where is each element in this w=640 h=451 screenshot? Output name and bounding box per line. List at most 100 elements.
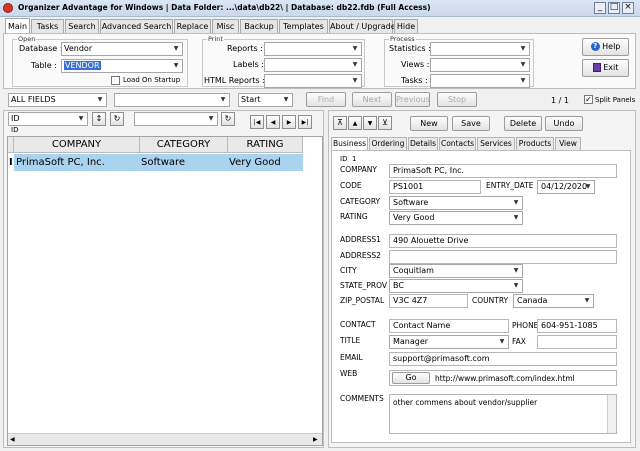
code-field[interactable]: PS1001 bbox=[389, 180, 481, 194]
search-text-input[interactable]: ▼ bbox=[114, 93, 230, 107]
chevron-down-icon: ▼ bbox=[584, 297, 590, 304]
next-record-button[interactable]: ▶ bbox=[282, 115, 296, 129]
minimize-button[interactable]: _ bbox=[594, 2, 606, 14]
column-header-rating[interactable]: RATING bbox=[228, 137, 303, 153]
load-on-startup-checkbox[interactable] bbox=[111, 76, 120, 85]
prev-record-button[interactable]: ◀ bbox=[266, 115, 280, 129]
address1-label: ADDRESS1 bbox=[340, 235, 381, 244]
save-button[interactable]: Save bbox=[452, 116, 490, 131]
prev-icon: ◀ bbox=[270, 119, 276, 126]
tab-backup[interactable]: Backup bbox=[240, 19, 278, 33]
web-url[interactable]: http://www.primasoft.com/index.html bbox=[435, 374, 575, 383]
tab-misc[interactable]: Misc bbox=[212, 19, 239, 33]
database-label: Database : bbox=[19, 44, 63, 53]
reports-select[interactable]: ▼ bbox=[264, 42, 362, 56]
search-field-select[interactable]: ALL FIELDS ▼ bbox=[8, 93, 107, 107]
exit-button[interactable]: Exit bbox=[582, 59, 629, 77]
address1-field[interactable]: 490 Alouette Drive bbox=[389, 234, 617, 248]
refresh-filter-button[interactable]: ↻ bbox=[221, 112, 235, 126]
tab-main[interactable]: Main bbox=[5, 18, 30, 33]
address2-field[interactable] bbox=[389, 250, 617, 264]
undo-button[interactable]: Undo bbox=[545, 116, 583, 131]
split-panels-checkbox[interactable]: ✓ bbox=[584, 95, 593, 104]
tab-tasks[interactable]: Tasks bbox=[31, 19, 64, 33]
column-header-company[interactable]: COMPANY bbox=[14, 137, 140, 153]
city-field[interactable]: Coquitlam ▼ bbox=[389, 264, 523, 278]
close-button[interactable]: × bbox=[622, 2, 634, 14]
sort-field-select[interactable]: ID ▼ bbox=[8, 112, 88, 126]
tab-services[interactable]: Services bbox=[477, 137, 515, 150]
tab-products[interactable]: Products bbox=[516, 137, 554, 150]
refresh-sort-button[interactable]: ↻ bbox=[110, 112, 124, 126]
labels-select[interactable]: ▼ bbox=[264, 58, 362, 72]
html-reports-label: HTML Reports : bbox=[204, 76, 265, 85]
print-group-label: Print bbox=[207, 35, 224, 43]
email-field[interactable]: support@primasoft.com bbox=[389, 352, 617, 366]
maximize-button[interactable]: □ bbox=[608, 2, 620, 14]
comments-scrollbar[interactable] bbox=[607, 395, 616, 433]
refresh-icon: ↻ bbox=[224, 114, 232, 123]
tab-details[interactable]: Details bbox=[408, 137, 438, 150]
tab-hide[interactable]: Hide bbox=[394, 19, 418, 33]
first-record-button[interactable]: |◀ bbox=[250, 115, 264, 129]
state-prov-field[interactable]: BC ▼ bbox=[389, 279, 523, 293]
tab-business[interactable]: Business bbox=[331, 137, 368, 151]
chevron-down-icon: ▼ bbox=[585, 183, 591, 190]
last-detail-button[interactable]: ⊻ bbox=[378, 116, 392, 130]
entry-date-label: ENTRY_DATE bbox=[486, 181, 534, 190]
entry-date-field[interactable]: 04/12/2020 ▼ bbox=[537, 180, 595, 194]
delete-button[interactable]: Delete bbox=[504, 116, 542, 131]
app-icon bbox=[3, 3, 13, 13]
tab-contacts[interactable]: Contacts bbox=[439, 137, 476, 150]
previous-button[interactable]: Previous bbox=[395, 92, 430, 107]
up-detail-button[interactable]: ▲ bbox=[348, 116, 362, 130]
sort-field-value: ID bbox=[11, 114, 20, 123]
last-record-button[interactable]: ▶| bbox=[298, 115, 312, 129]
fax-field[interactable] bbox=[537, 335, 617, 349]
zip-postal-field[interactable]: V3C 4Z7 bbox=[389, 294, 468, 308]
tab-replace[interactable]: Replace bbox=[174, 19, 211, 33]
new-button[interactable]: New bbox=[410, 116, 448, 131]
rating-field[interactable]: Very Good ▼ bbox=[389, 211, 523, 225]
find-button[interactable]: Find bbox=[306, 92, 346, 107]
help-button[interactable]: ? Help bbox=[582, 38, 629, 56]
tab-about-upgrade[interactable]: About / Upgrade bbox=[329, 19, 396, 33]
company-field[interactable]: PrimaSoft PC, Inc. bbox=[389, 164, 617, 178]
sort-order-button[interactable]: ↕ bbox=[92, 112, 106, 126]
chevron-down-icon: ▼ bbox=[173, 45, 179, 52]
tab-advanced-search[interactable]: Advanced Search bbox=[100, 19, 173, 33]
phone-field[interactable]: 604-951-1085 bbox=[537, 319, 617, 333]
grid-horizontal-scrollbar[interactable]: ◀ ▶ bbox=[8, 433, 322, 445]
row-marker: I bbox=[9, 157, 13, 168]
category-value: Software bbox=[393, 198, 429, 207]
column-header-category[interactable]: CATEGORY bbox=[140, 137, 228, 153]
last-icon: ▶| bbox=[301, 119, 309, 126]
table-select[interactable]: VENDOR ▼ bbox=[61, 59, 183, 73]
comments-field[interactable]: other commens about vendor/supplier bbox=[389, 394, 617, 434]
tasks-select[interactable]: ▼ bbox=[430, 74, 530, 88]
entry-date-value: 04/12/2020 bbox=[541, 182, 588, 191]
views-select[interactable]: ▼ bbox=[430, 58, 530, 72]
statistics-select[interactable]: ▼ bbox=[430, 42, 530, 56]
chevron-down-icon: ▼ bbox=[513, 282, 519, 289]
search-mode-select[interactable]: Start ▼ bbox=[238, 93, 293, 107]
category-label: CATEGORY bbox=[340, 197, 381, 206]
first-detail-button[interactable]: ⊼ bbox=[333, 116, 347, 130]
tab-ordering[interactable]: Ordering bbox=[369, 137, 407, 150]
sort-icon: ↕ bbox=[95, 114, 103, 123]
web-go-button[interactable]: Go bbox=[392, 372, 430, 384]
database-select[interactable]: Vendor ▼ bbox=[61, 42, 183, 56]
next-button[interactable]: Next bbox=[352, 92, 392, 107]
title-field[interactable]: Manager ▼ bbox=[389, 335, 509, 349]
down-detail-button[interactable]: ▼ bbox=[363, 116, 377, 130]
stop-button[interactable]: Stop bbox=[437, 92, 477, 107]
category-field[interactable]: Software ▼ bbox=[389, 196, 523, 210]
filter-select[interactable]: ▼ bbox=[134, 112, 218, 126]
tab-view[interactable]: View bbox=[555, 137, 581, 150]
tab-search[interactable]: Search bbox=[65, 19, 99, 33]
html-reports-select[interactable]: ▼ bbox=[264, 74, 362, 88]
contact-field[interactable]: Contact Name bbox=[389, 319, 509, 333]
city-value: Coquitlam bbox=[393, 266, 434, 275]
country-field[interactable]: Canada ▼ bbox=[513, 294, 594, 308]
tab-templates[interactable]: Templates bbox=[279, 19, 328, 33]
